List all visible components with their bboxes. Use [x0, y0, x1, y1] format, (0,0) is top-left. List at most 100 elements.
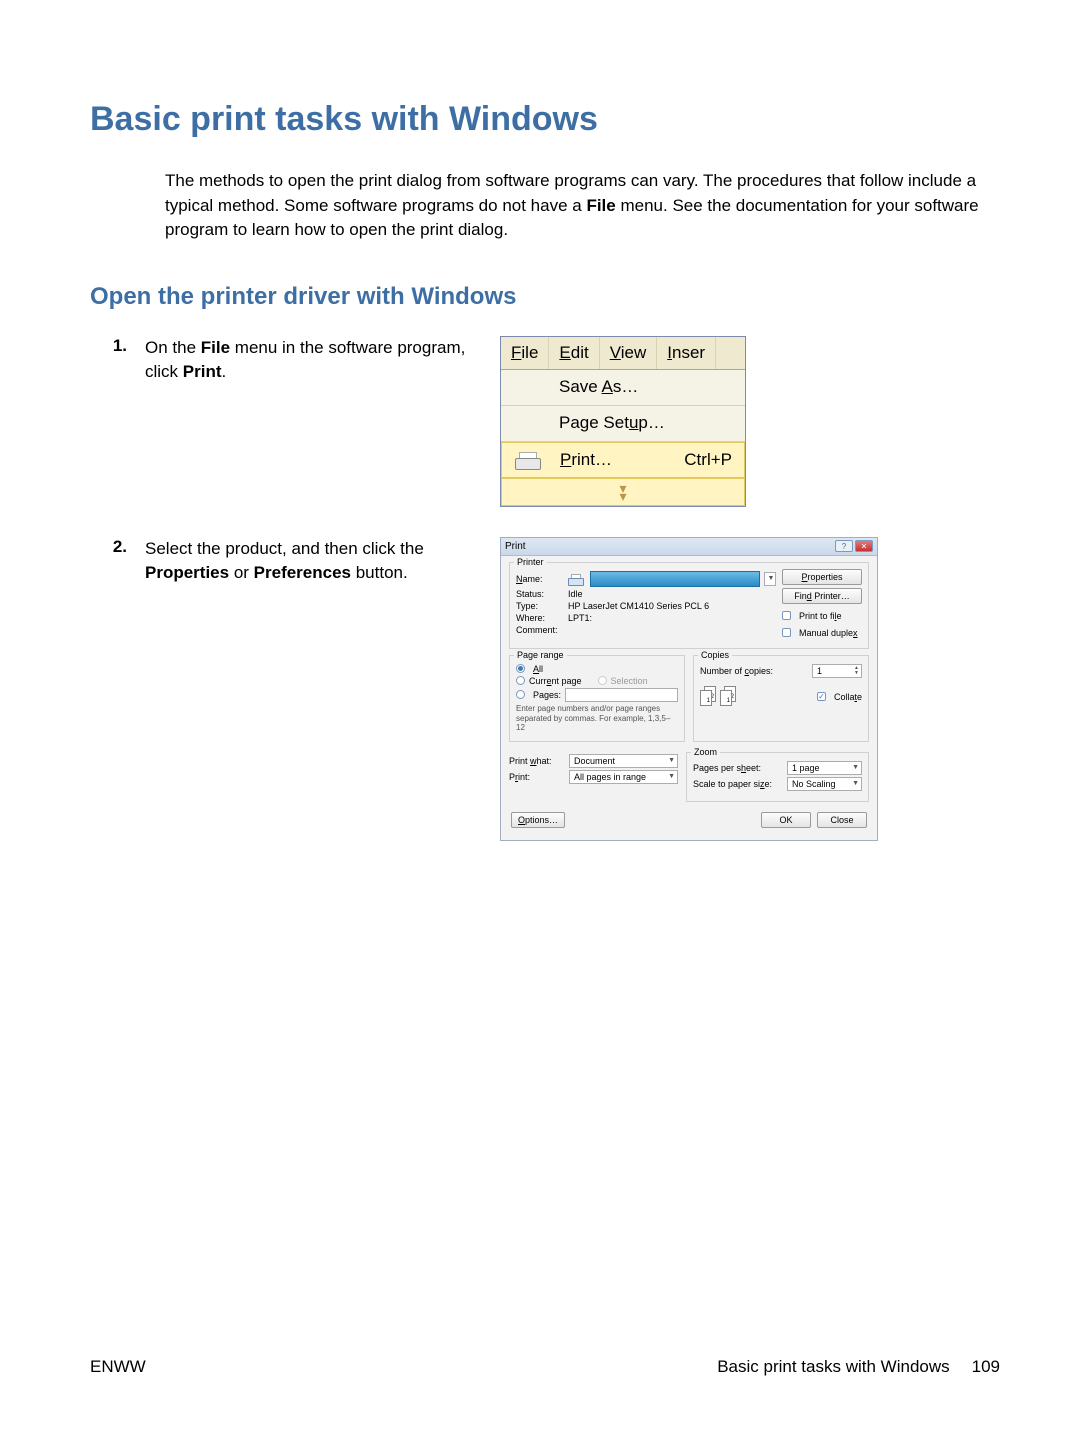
- print-what-value: Document: [574, 756, 615, 766]
- manual-duplex-checkbox[interactable]: Manual duplex: [782, 628, 862, 638]
- step-2-bold2: Preferences: [254, 563, 351, 582]
- ok-button[interactable]: OK: [761, 812, 811, 828]
- num-copies-value: 1: [817, 666, 822, 676]
- chevron-down-icon: ▼: [768, 575, 775, 582]
- scale-to-paper-combo[interactable]: No Scaling▼: [787, 777, 862, 791]
- footer-page-number: 109: [972, 1357, 1000, 1377]
- step-2-post: button.: [351, 563, 408, 582]
- radio-current-page[interactable]: Current page: [516, 676, 582, 686]
- chevron-down-icon: ▼: [852, 780, 859, 787]
- step-2-image: Print ? ✕ Printer Name:: [500, 537, 1000, 841]
- pages-per-sheet-combo[interactable]: 1 page ▼: [787, 761, 862, 775]
- printer-icon: [515, 450, 539, 470]
- step-2-bold1: Properties: [145, 563, 229, 582]
- type-label: Type:: [516, 601, 564, 611]
- printer-name-combo[interactable]: [590, 571, 760, 587]
- step-1-bold2: Print: [183, 362, 222, 381]
- status-value: Idle: [568, 589, 583, 599]
- where-label: Where:: [516, 613, 564, 623]
- menu-edit[interactable]: Edit: [549, 337, 599, 369]
- print-to-file-checkbox[interactable]: Print to file: [782, 611, 862, 621]
- step-2-row: 2. Select the product, and then click th…: [90, 537, 1000, 841]
- chevron-down-icon: ▼: [852, 764, 859, 771]
- print-dialog: Print ? ✕ Printer Name:: [500, 537, 878, 841]
- step-2-mid: or: [229, 563, 254, 582]
- page-footer: ENWW Basic print tasks with Windows 109: [90, 1357, 1000, 1377]
- radio-icon: [516, 690, 525, 699]
- footer-right-text: Basic print tasks with Windows: [717, 1357, 949, 1377]
- menu-item-print[interactable]: Print… Ctrl+P: [501, 442, 745, 478]
- small-printer-icon: [568, 573, 582, 585]
- num-copies-input[interactable]: 1 ▲▼: [812, 664, 862, 678]
- print-what-combo[interactable]: Document ▼: [569, 754, 678, 768]
- properties-button[interactable]: Properties: [782, 569, 862, 585]
- menu-view[interactable]: View: [600, 337, 658, 369]
- options-button[interactable]: Options…: [511, 812, 565, 828]
- copies-group: Copies Number of copies: 1▲▼ 21 21 Colla…: [693, 655, 869, 742]
- chevron-down-icon: ▼: [668, 757, 675, 764]
- intro-bold-file: File: [586, 196, 615, 215]
- print-range-value: All pages in range: [574, 772, 646, 782]
- menu-file-rest: ile: [521, 343, 538, 362]
- page-range-hint: Enter page numbers and/or page ranges se…: [516, 704, 678, 733]
- intro-paragraph: The methods to open the print dialog fro…: [165, 169, 1000, 243]
- radio-selection: Selection: [598, 676, 648, 686]
- radio-icon: [516, 664, 525, 673]
- print-what-label: Print what:: [509, 756, 565, 766]
- menu-insert[interactable]: Inser: [657, 337, 716, 369]
- menu-expand[interactable]: ▾▾: [501, 478, 745, 506]
- print-shortcut: Ctrl+P: [684, 450, 732, 470]
- status-label: Status:: [516, 589, 564, 599]
- step-1-number: 1.: [90, 336, 145, 356]
- step-1-image: File Edit View Inser Save As… Page Setup…: [500, 336, 1000, 507]
- radio-icon: [598, 676, 607, 685]
- pages-input[interactable]: [565, 688, 678, 702]
- close-dialog-button[interactable]: Close: [817, 812, 867, 828]
- print-range-label: Print:: [509, 772, 565, 782]
- dialog-title: Print: [505, 541, 526, 552]
- step-1-post: .: [222, 362, 227, 381]
- chevron-down-double-icon: ▾▾: [619, 484, 626, 501]
- step-1-row: 1. On the File menu in the software prog…: [90, 336, 1000, 507]
- page-range-legend: Page range: [514, 650, 567, 660]
- help-button[interactable]: ?: [835, 540, 853, 552]
- radio-pages[interactable]: Pages:: [516, 688, 678, 702]
- step-1-pre: On the: [145, 338, 201, 357]
- menu-bar: File Edit View Inser: [501, 337, 745, 370]
- checkbox-icon: [782, 628, 791, 637]
- step-2-number: 2.: [90, 537, 145, 557]
- find-printer-button[interactable]: Find Printer…: [782, 588, 862, 604]
- step-1-bold1: File: [201, 338, 230, 357]
- printer-group: Printer Name: ▼ Status:Idle Type:HP Lase…: [509, 562, 869, 649]
- print-range-combo[interactable]: All pages in range ▼: [569, 770, 678, 784]
- dialog-titlebar: Print ? ✕: [501, 538, 877, 556]
- close-button[interactable]: ✕: [855, 540, 873, 552]
- chevron-down-icon: ▼: [668, 773, 675, 780]
- menu-file[interactable]: File: [501, 337, 549, 369]
- collate-checkbox[interactable]: Collate: [817, 692, 862, 702]
- subheading: Open the printer driver with Windows: [90, 283, 1000, 311]
- name-label: Name:: [516, 574, 564, 584]
- page-range-group: Page range All Current page Selection Pa…: [509, 655, 685, 742]
- menu-item-page-setup[interactable]: Page Setup…: [501, 406, 745, 442]
- num-copies-label: Number of copies:: [700, 666, 773, 676]
- pages-per-sheet-label: Pages per sheet:: [693, 763, 783, 773]
- radio-icon: [516, 676, 525, 685]
- type-value: HP LaserJet CM1410 Series PCL 6: [568, 601, 709, 611]
- step-2-text: Select the product, and then click the P…: [145, 537, 475, 585]
- checkbox-icon: [817, 692, 826, 701]
- menu-item-save-as[interactable]: Save As…: [501, 370, 745, 406]
- where-value: LPT1:: [568, 613, 592, 623]
- step-2-pre: Select the product, and then click the: [145, 539, 424, 558]
- printer-legend: Printer: [514, 557, 547, 567]
- copies-legend: Copies: [698, 650, 732, 660]
- page-icon: 1: [720, 690, 732, 706]
- checkbox-icon: [782, 611, 791, 620]
- collate-icon: 21 21: [700, 686, 738, 708]
- zoom-legend: Zoom: [691, 747, 720, 757]
- printer-name-dropdown[interactable]: ▼: [764, 572, 776, 586]
- radio-all[interactable]: All: [516, 664, 678, 674]
- pages-per-sheet-value: 1 page: [792, 763, 820, 773]
- comment-label: Comment:: [516, 625, 564, 635]
- spinner-arrows-icon: ▲▼: [854, 666, 859, 676]
